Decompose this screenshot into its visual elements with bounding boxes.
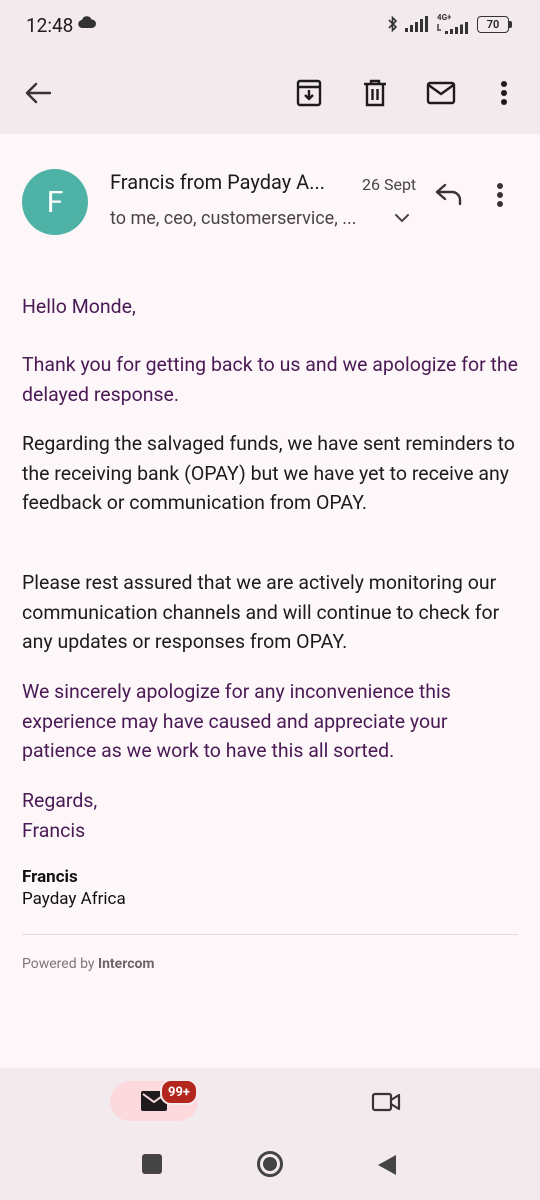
greeting: Hello Monde, (22, 295, 136, 318)
delete-button[interactable] (353, 71, 397, 115)
powered-prefix: Powered by (22, 956, 98, 972)
unread-count-badge: 99+ (160, 1079, 199, 1105)
signal-icon-2 (437, 22, 468, 34)
arrow-back-icon (25, 82, 51, 104)
paragraph-funds: Regarding the salvaged funds, we have se… (22, 432, 515, 514)
closing-name: Francis (22, 819, 86, 842)
status-time: 12:48 (26, 14, 74, 37)
meet-tab[interactable] (364, 1086, 408, 1118)
battery-icon: 70 (477, 15, 512, 33)
network-indicator: 4G+ (437, 14, 471, 34)
status-icons: 4G+ 70 (387, 14, 512, 34)
powered-brand: Intercom (97, 956, 155, 972)
mail-icon (426, 81, 456, 105)
email-date: 26 Sept (362, 175, 417, 194)
signature-name: Francis (22, 867, 78, 887)
sender-name[interactable]: Francis from Payday A... (110, 170, 325, 194)
system-recents-button[interactable] (142, 1154, 162, 1174)
status-bar: 12:48 4G+ 70 (0, 0, 540, 52)
paragraph-apology: Thank you for getting back to us and we … (22, 353, 519, 406)
bottom-navigation: 99+ (0, 1068, 540, 1200)
system-back-icon[interactable] (377, 1154, 397, 1176)
system-home-button[interactable] (257, 1151, 283, 1177)
more-options-button[interactable] (482, 71, 526, 115)
back-button[interactable] (16, 71, 60, 115)
top-app-bar (0, 52, 540, 134)
videocam-icon (371, 1092, 401, 1112)
recipients-summary[interactable]: to me, ceo, customerservice, ... (110, 208, 356, 229)
bluetooth-icon (388, 15, 398, 33)
powered-by[interactable]: Powered by Intercom (22, 956, 155, 972)
trash-icon (364, 79, 386, 107)
signal-icon (405, 16, 428, 32)
archive-icon (296, 79, 322, 107)
mark-unread-button[interactable] (419, 71, 463, 115)
more-vert-icon (501, 81, 507, 105)
chevron-down-icon[interactable] (394, 212, 410, 224)
reply-icon[interactable] (434, 182, 464, 206)
email-view: F Francis from Payday A... 26 Sept to me… (0, 134, 540, 1068)
cloud-icon (78, 16, 96, 28)
sender-avatar[interactable]: F (22, 169, 88, 235)
battery-level: 70 (477, 15, 509, 33)
closing: Regards, (22, 789, 98, 812)
more-vert-icon[interactable] (496, 182, 504, 208)
archive-button[interactable] (287, 71, 331, 115)
paragraph-inconvenience: We sincerely apologize for any inconveni… (22, 680, 451, 762)
paragraph-monitoring: Please rest assured that we are actively… (22, 571, 500, 653)
network-type: 4G+ (437, 13, 452, 22)
signature-company: Payday Africa (22, 889, 126, 909)
divider (22, 934, 518, 935)
